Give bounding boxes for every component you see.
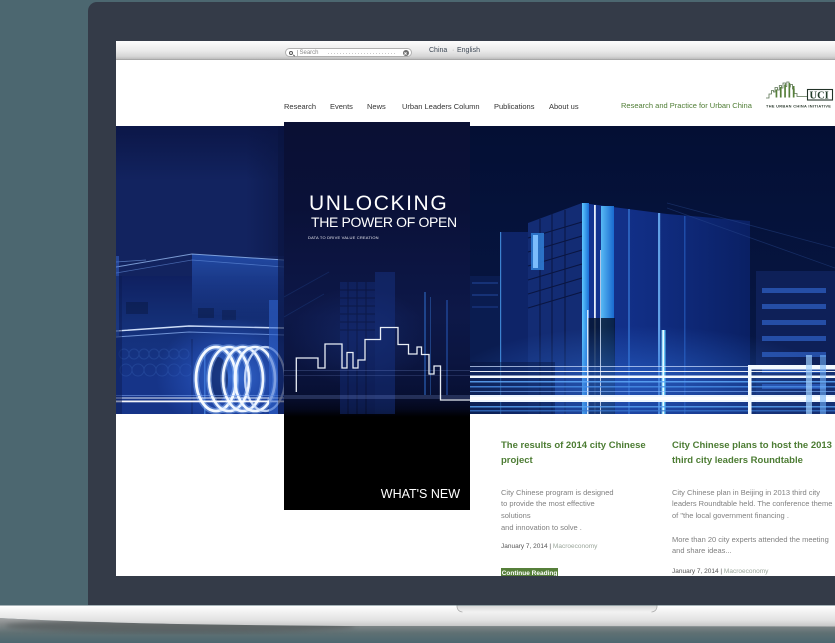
svg-text:UCI: UCI xyxy=(810,91,829,102)
svg-text:THE URBAN CHINA INITIATIVE: THE URBAN CHINA INITIATIVE xyxy=(766,104,831,109)
